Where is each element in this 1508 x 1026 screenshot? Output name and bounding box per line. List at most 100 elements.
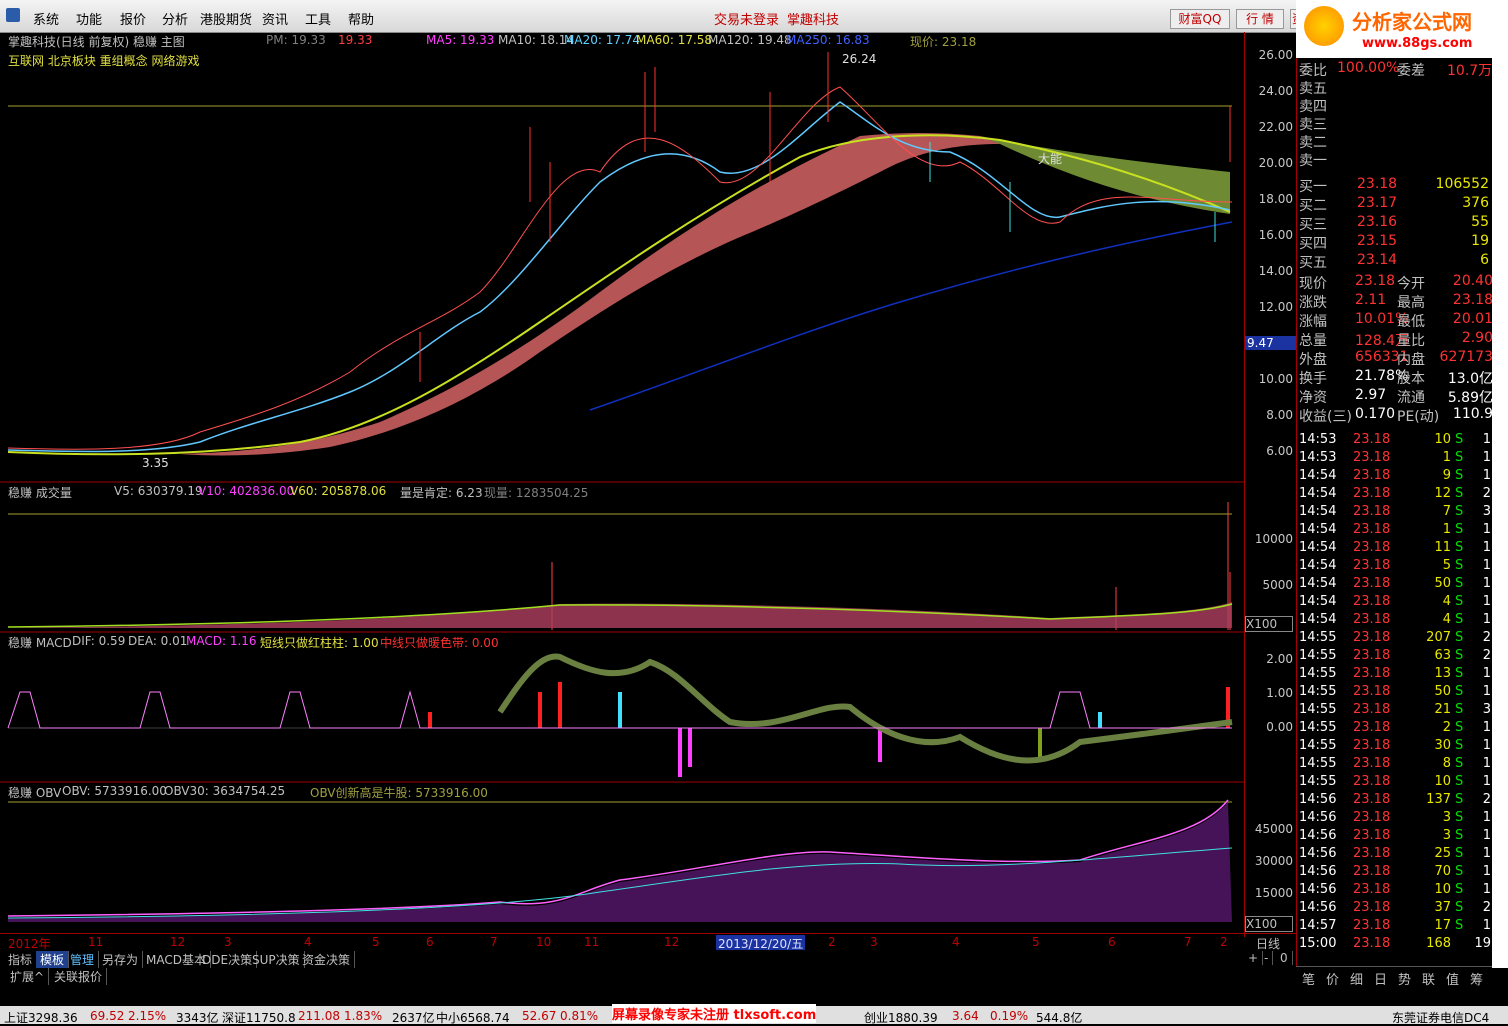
zoom-out-button[interactable]: - [1260, 951, 1274, 965]
tick-row[interactable]: 14:56 23.18 37 S 2 [1297, 900, 1493, 918]
menu-hk-futures[interactable]: 港股期货 [200, 9, 252, 28]
menu-help[interactable]: 帮助 [348, 9, 374, 28]
tick-row[interactable]: 14:55 23.18 10 S 1 [1297, 774, 1493, 792]
buy-row[interactable]: 买五 23.14 6 [1297, 252, 1493, 271]
buy-row[interactable]: 买一 23.18 106552 [1297, 176, 1493, 195]
stat-value: 13.0亿 [1447, 371, 1493, 387]
sell-row[interactable]: 卖三 [1297, 114, 1493, 133]
tab-indicator[interactable]: 指标 [4, 951, 38, 968]
buy-price: 23.16 [1357, 214, 1398, 230]
tick-row[interactable]: 14:55 23.18 13 S 1 [1297, 666, 1493, 684]
caifu-qq-button[interactable]: 财富QQ [1170, 9, 1230, 29]
right-tab[interactable]: 笔 [1302, 969, 1315, 988]
tick-volume: 1 [1442, 522, 1451, 537]
x-axis[interactable]: 2012年 11 12 3 4 5 6 7 10 11 12 2013/12/2… [0, 933, 1296, 952]
sz-index[interactable]: 深证11750.8 [222, 1009, 296, 1026]
buy-row[interactable]: 买二 23.17 376 [1297, 195, 1493, 214]
right-tab[interactable]: 联 [1422, 969, 1435, 988]
tick-row[interactable]: 14:55 23.18 8 S 1 [1297, 756, 1493, 774]
right-tab[interactable]: 值 [1446, 969, 1459, 988]
right-tab[interactable]: 筹 [1470, 969, 1483, 988]
buy-row[interactable]: 买三 23.16 55 [1297, 214, 1493, 233]
tick-row[interactable]: 15:00 23.18 168 19 [1297, 936, 1493, 954]
tick-side: S [1455, 774, 1464, 789]
tick-row[interactable]: 14:56 23.18 137 S 2 [1297, 792, 1493, 810]
tab-save-as[interactable]: 另存为 [98, 951, 144, 968]
tick-row[interactable]: 14:55 23.18 50 S 1 [1297, 684, 1493, 702]
tick-row[interactable]: 14:54 23.18 11 S 1 [1297, 540, 1493, 558]
tick-side: S [1455, 648, 1464, 663]
tab-related-quote[interactable]: 关联报价 [50, 968, 108, 985]
right-tab[interactable]: 势 [1398, 969, 1411, 988]
tick-row[interactable]: 14:53 23.18 10 S 1 [1297, 432, 1493, 450]
tick-row[interactable]: 14:54 23.18 7 S 3 [1297, 504, 1493, 522]
tick-row[interactable]: 14:54 23.18 1 S 1 [1297, 522, 1493, 540]
sell-row[interactable]: 卖二 [1297, 132, 1493, 151]
tick-volume: 63 [1434, 648, 1451, 663]
tab-capital[interactable]: 资金决策 [298, 951, 356, 968]
liangshi-label: 量是肯定: 6.23 [400, 486, 483, 500]
tick-row[interactable]: 14:56 23.18 3 S 1 [1297, 828, 1493, 846]
tick-time: 14:53 [1299, 450, 1337, 465]
buy-volume: 19 [1471, 233, 1489, 249]
brand-title: 分析家公式网 [1352, 10, 1472, 34]
tick-row[interactable]: 14:55 23.18 2 S 1 [1297, 720, 1493, 738]
right-tab[interactable]: 细 [1350, 969, 1363, 988]
buy-label: 买二 [1299, 198, 1327, 214]
tab-template[interactable]: 模板 [36, 951, 70, 968]
tick-row[interactable]: 14:55 23.18 207 S 2 [1297, 630, 1493, 648]
y-tick: 26.00 [1258, 48, 1293, 62]
tab-sup[interactable]: SUP决策 [248, 951, 305, 968]
tick-row[interactable]: 14:56 23.18 25 S 1 [1297, 846, 1493, 864]
tick-row[interactable]: 14:54 23.18 5 S 1 [1297, 558, 1493, 576]
stat-value: 0.170 [1355, 406, 1396, 422]
ma60-label: MA60: 17.58 [636, 33, 713, 47]
tick-count: 1 [1482, 810, 1491, 825]
tab-manage[interactable]: 管理 [66, 951, 100, 968]
menu-quote[interactable]: 报价 [120, 9, 146, 28]
sell-row[interactable]: 卖四 [1297, 96, 1493, 115]
login-status[interactable]: 交易未登录 [714, 9, 779, 28]
sell-row[interactable]: 卖一 [1297, 150, 1493, 169]
quote-button[interactable]: 行 情 [1236, 9, 1284, 29]
right-tab[interactable]: 日 [1374, 969, 1387, 988]
sh-index[interactable]: 上证3298.36 [4, 1009, 78, 1026]
tick-side: S [1455, 918, 1464, 933]
obv-value: OBV: 5733916.00 [62, 784, 167, 798]
tick-row[interactable]: 14:54 23.18 9 S 1 [1297, 468, 1493, 486]
sell-label: 卖三 [1299, 117, 1327, 133]
tick-row[interactable]: 14:54 23.18 50 S 1 [1297, 576, 1493, 594]
menu-analysis[interactable]: 分析 [162, 9, 188, 28]
tick-volume: 4 [1442, 594, 1451, 609]
tick-row[interactable]: 14:56 23.18 70 S 1 [1297, 864, 1493, 882]
tick-volume: 2 [1442, 720, 1451, 735]
tick-row[interactable]: 14:54 23.18 4 S 1 [1297, 594, 1493, 612]
tab-expand[interactable]: 扩展^ [6, 968, 50, 985]
sell-row[interactable]: 卖五 [1297, 78, 1493, 97]
menu-function[interactable]: 功能 [76, 9, 102, 28]
tick-row[interactable]: 14:57 23.18 17 S 1 [1297, 918, 1493, 936]
tick-row[interactable]: 14:55 23.18 21 S 3 [1297, 702, 1493, 720]
tick-row[interactable]: 14:54 23.18 4 S 1 [1297, 612, 1493, 630]
zx-index[interactable]: 中小6568.74 [436, 1009, 510, 1026]
tick-row[interactable]: 14:54 23.18 12 S 2 [1297, 486, 1493, 504]
tick-row[interactable]: 14:53 23.18 1 S 1 [1297, 450, 1493, 468]
tick-row[interactable]: 14:55 23.18 63 S 2 [1297, 648, 1493, 666]
chart-canvas[interactable] [0, 32, 1244, 934]
x-label: 6 [1108, 935, 1116, 949]
menu-system[interactable]: 系统 [33, 9, 59, 28]
menu-news[interactable]: 资讯 [262, 9, 288, 28]
tick-side: S [1455, 900, 1464, 915]
tick-time: 14:56 [1299, 900, 1337, 915]
tick-row[interactable]: 14:55 23.18 30 S 1 [1297, 738, 1493, 756]
tick-row[interactable]: 14:56 23.18 3 S 1 [1297, 810, 1493, 828]
volume-y-tick: 10000 [1254, 532, 1293, 546]
right-tab[interactable]: 价 [1326, 969, 1339, 988]
side-toolbar[interactable] [1492, 58, 1508, 968]
reset-button[interactable]: 0 [1276, 951, 1293, 965]
menu-tools[interactable]: 工具 [305, 9, 331, 28]
buy-row[interactable]: 买四 23.15 19 [1297, 233, 1493, 252]
tick-row[interactable]: 14:56 23.18 10 S 1 [1297, 882, 1493, 900]
cy-index[interactable]: 创业1880.39 [864, 1009, 938, 1026]
stat-row: 现价 23.18 今开 20.40 [1297, 273, 1493, 292]
